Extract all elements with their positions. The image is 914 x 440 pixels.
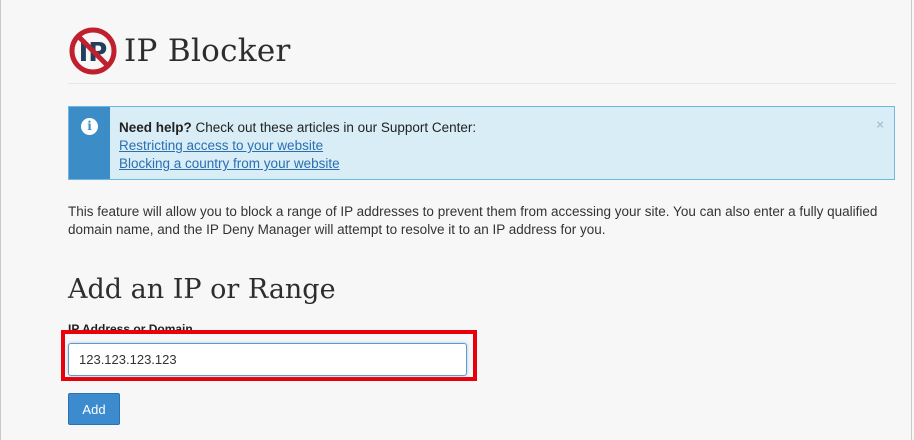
alert-lead: Need help? <box>119 120 192 135</box>
page-header: IP IP Blocker <box>68 24 291 78</box>
info-icon: i <box>81 118 98 135</box>
link-restricting-access[interactable]: Restricting access to your website <box>119 137 476 155</box>
add-button[interactable]: Add <box>68 393 120 425</box>
link-blocking-country[interactable]: Blocking a country from your website <box>119 155 476 173</box>
ip-blocked-icon: IP <box>69 27 117 75</box>
help-alert: i Need help? Check out these articles in… <box>68 106 895 180</box>
section-heading: Add an IP or Range <box>68 274 336 305</box>
ip-address-input[interactable] <box>68 343 467 376</box>
page-title: IP Blocker <box>124 33 291 69</box>
close-icon[interactable]: × <box>876 117 884 132</box>
right-border <box>911 0 912 440</box>
alert-body: Need help? Check out these articles in o… <box>110 107 476 179</box>
alert-text: Check out these articles in our Support … <box>191 120 477 135</box>
header-divider <box>68 83 896 84</box>
alert-icon-column: i <box>69 107 110 179</box>
feature-description: This feature will allow you to block a r… <box>68 204 878 237</box>
left-border <box>0 0 1 440</box>
